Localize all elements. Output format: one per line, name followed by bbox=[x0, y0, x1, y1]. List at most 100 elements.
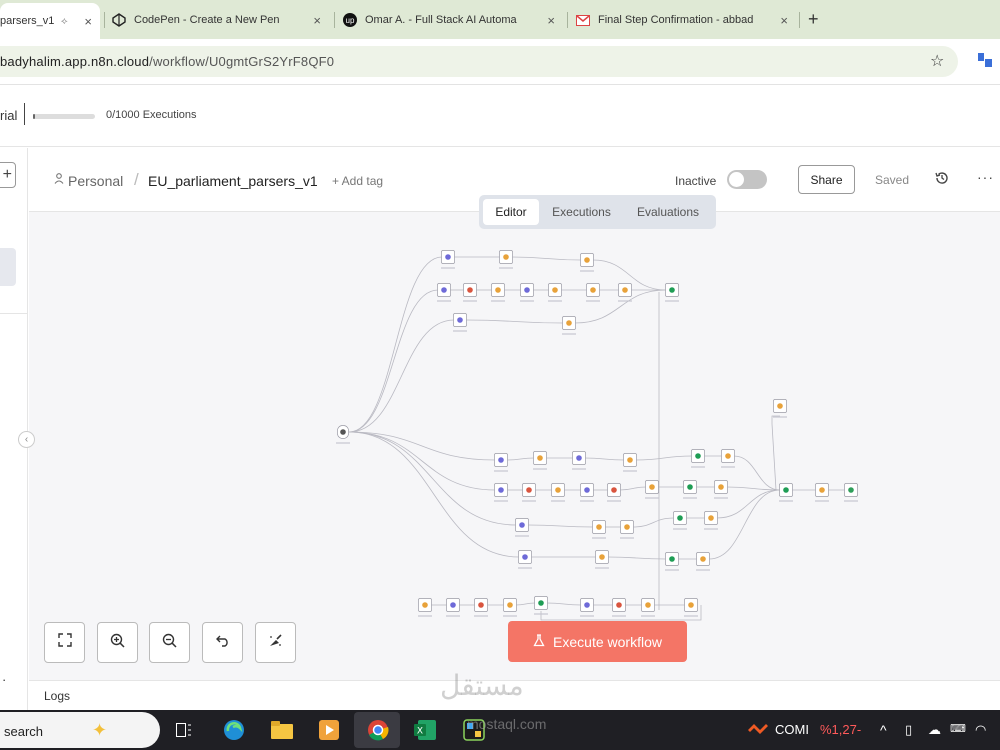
workflow-node[interactable] bbox=[592, 520, 606, 539]
workflow-node[interactable] bbox=[494, 483, 508, 502]
media-player-icon[interactable] bbox=[317, 718, 341, 742]
execute-workflow-button[interactable]: Execute workflow bbox=[508, 621, 687, 662]
url-host: badyhalim.app.n8n.cloud bbox=[0, 54, 150, 69]
workflow-node[interactable] bbox=[773, 399, 787, 418]
file-explorer-icon[interactable] bbox=[270, 718, 294, 742]
share-button[interactable]: Share bbox=[798, 165, 855, 194]
cloud-icon[interactable]: ☁ bbox=[928, 722, 941, 738]
workflow-node[interactable] bbox=[607, 483, 621, 502]
tab-audio-icon: ⟡ bbox=[61, 15, 68, 27]
keyboard-language-icon[interactable]: ⌨ bbox=[950, 722, 966, 735]
workflow-node[interactable] bbox=[499, 250, 513, 269]
workflow-node[interactable] bbox=[453, 313, 467, 332]
workflow-node[interactable] bbox=[684, 598, 698, 617]
tab-executions[interactable]: Executions bbox=[543, 199, 620, 225]
chrome-icon[interactable] bbox=[366, 718, 390, 742]
workflow-node[interactable] bbox=[446, 598, 460, 617]
browser-tab-n8n[interactable]: parsers_v1 ⟡ × bbox=[0, 3, 100, 39]
workflow-node[interactable] bbox=[548, 283, 562, 302]
workflow-node[interactable] bbox=[572, 451, 586, 470]
workflow-node[interactable] bbox=[586, 283, 600, 302]
workflow-node[interactable] bbox=[551, 483, 565, 502]
workflow-node[interactable] bbox=[721, 449, 735, 468]
close-icon[interactable]: × bbox=[547, 13, 555, 28]
workflow-node[interactable] bbox=[515, 518, 529, 537]
wifi-icon[interactable]: ◠ bbox=[975, 722, 986, 738]
workflow-node[interactable] bbox=[691, 449, 705, 468]
workflow-node[interactable] bbox=[336, 425, 350, 444]
close-icon[interactable]: × bbox=[84, 14, 92, 29]
workflow-node[interactable] bbox=[518, 550, 532, 569]
workflow-name[interactable]: EU_parliament_parsers_v1 bbox=[148, 173, 318, 189]
breadcrumb-personal[interactable]: Personal bbox=[68, 173, 123, 189]
excel-icon[interactable]: X bbox=[413, 718, 437, 742]
fit-view-button[interactable] bbox=[44, 622, 85, 663]
workflow-node[interactable] bbox=[673, 511, 687, 530]
workflow-node[interactable] bbox=[844, 483, 858, 502]
edge-browser-icon[interactable] bbox=[222, 718, 246, 742]
create-button[interactable]: + bbox=[0, 162, 16, 188]
workflow-node[interactable] bbox=[491, 283, 505, 302]
workflow-node[interactable] bbox=[641, 598, 655, 617]
workflow-node[interactable] bbox=[645, 480, 659, 499]
workflow-node[interactable] bbox=[779, 483, 793, 502]
tray-app-icon[interactable] bbox=[746, 718, 770, 742]
browser-tab-codepen[interactable]: CodePen - Create a New Pen × bbox=[112, 4, 327, 36]
workflow-node[interactable] bbox=[441, 250, 455, 269]
workflow-node[interactable] bbox=[494, 453, 508, 472]
workflow-node[interactable] bbox=[620, 520, 634, 539]
workflow-node[interactable] bbox=[704, 511, 718, 530]
workflow-node[interactable] bbox=[522, 483, 536, 502]
history-icon[interactable] bbox=[934, 170, 954, 190]
browser-tab-upwork[interactable]: up Omar A. - Full Stack AI Automa × bbox=[343, 4, 561, 36]
close-icon[interactable]: × bbox=[313, 13, 321, 28]
browser-tab-gmail[interactable]: Final Step Confirmation - abbad × bbox=[576, 4, 794, 36]
url-text[interactable]: badyhalim.app.n8n.cloud/workflow/U0gmtGr… bbox=[0, 54, 334, 69]
workflow-node[interactable] bbox=[533, 451, 547, 470]
workflow-node[interactable] bbox=[665, 283, 679, 302]
workflow-node[interactable] bbox=[683, 480, 697, 499]
workflow-node[interactable] bbox=[580, 253, 594, 272]
workflow-node[interactable] bbox=[696, 552, 710, 571]
close-icon[interactable]: × bbox=[780, 13, 788, 28]
tray-app-label: COMI bbox=[775, 722, 809, 737]
workflow-graph[interactable] bbox=[29, 212, 1000, 680]
tab-evaluations[interactable]: Evaluations bbox=[625, 199, 711, 225]
workflow-canvas[interactable]: Execute workflow bbox=[29, 212, 1000, 680]
zoom-out-button[interactable] bbox=[149, 622, 190, 663]
extension-icon[interactable] bbox=[978, 53, 992, 67]
workflow-node[interactable] bbox=[463, 283, 477, 302]
workflow-node[interactable] bbox=[714, 480, 728, 499]
zoom-in-button[interactable] bbox=[97, 622, 138, 663]
workflow-node[interactable] bbox=[612, 598, 626, 617]
workflow-node[interactable] bbox=[815, 483, 829, 502]
sidebar-item-active[interactable] bbox=[0, 248, 16, 286]
trial-banner: rial 0/1000 Executions bbox=[0, 85, 1000, 147]
progress-fill bbox=[33, 114, 36, 119]
workflow-node[interactable] bbox=[665, 552, 679, 571]
workflow-node[interactable] bbox=[520, 283, 534, 302]
workflow-node[interactable] bbox=[580, 483, 594, 502]
more-options-icon[interactable]: ··· bbox=[977, 169, 994, 185]
new-tab-button[interactable]: + bbox=[808, 9, 819, 30]
bookmark-star-icon[interactable]: ☆ bbox=[930, 51, 944, 71]
workflow-node[interactable] bbox=[595, 550, 609, 569]
undo-button[interactable] bbox=[202, 622, 243, 663]
workflow-node[interactable] bbox=[580, 598, 594, 617]
workflow-node[interactable] bbox=[623, 453, 637, 472]
workflow-node[interactable] bbox=[418, 598, 432, 617]
workflow-node[interactable] bbox=[503, 598, 517, 617]
taskbar-search[interactable]: search ✦ bbox=[0, 712, 160, 748]
task-view-icon[interactable] bbox=[172, 718, 196, 742]
tray-phone-icon[interactable]: ▯ bbox=[905, 722, 912, 738]
collapse-sidebar-chevron-icon[interactable]: ‹ bbox=[18, 431, 35, 448]
workflow-node[interactable] bbox=[437, 283, 451, 302]
workflow-node[interactable] bbox=[618, 283, 632, 302]
active-toggle[interactable] bbox=[727, 170, 767, 189]
workflow-node[interactable] bbox=[474, 598, 488, 617]
tab-editor[interactable]: Editor bbox=[483, 199, 539, 225]
chevron-up-icon[interactable]: ^ bbox=[880, 722, 887, 738]
add-tag-button[interactable]: + Add tag bbox=[332, 174, 383, 188]
tidy-up-button[interactable] bbox=[255, 622, 296, 663]
workflow-node[interactable] bbox=[562, 316, 576, 335]
